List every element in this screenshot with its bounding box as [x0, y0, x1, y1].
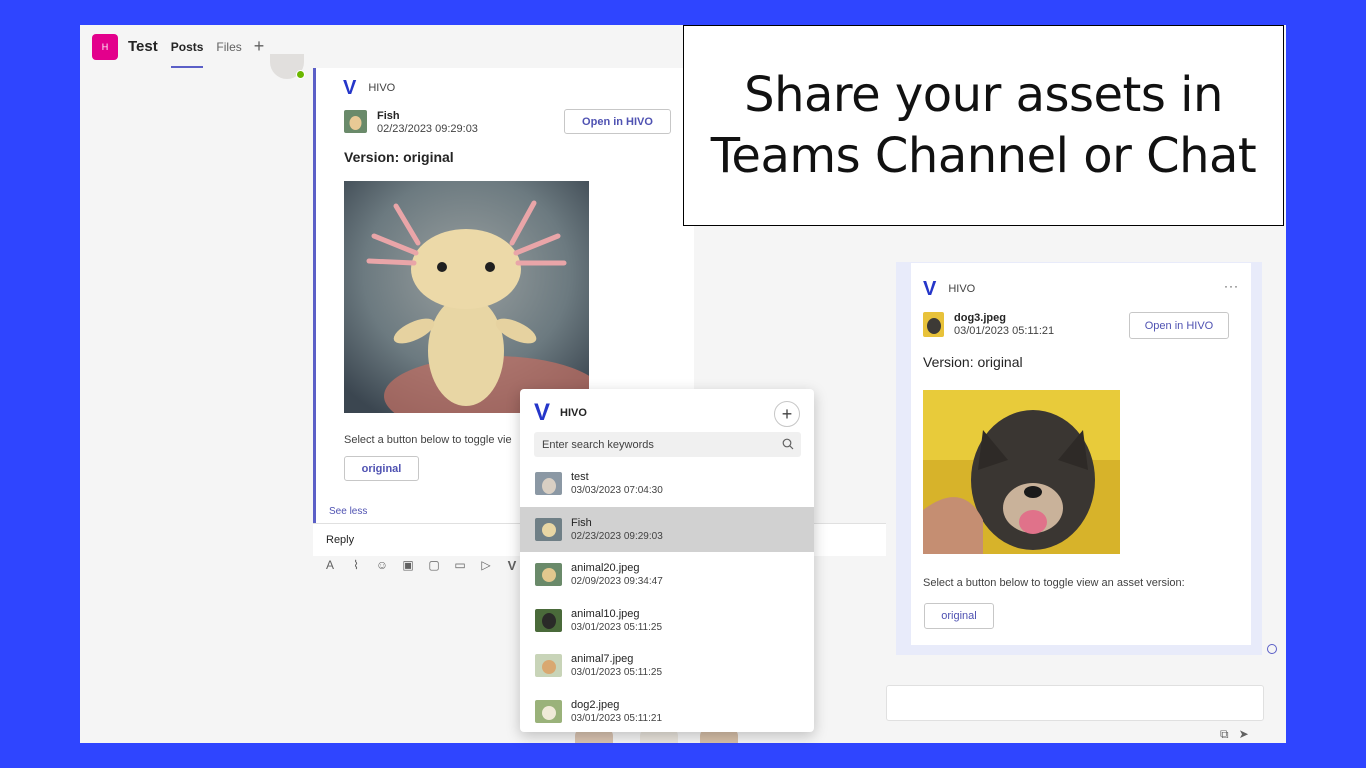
hivo-logo-icon: V — [534, 399, 551, 426]
axolotl-image — [344, 181, 589, 413]
picker-header: V HIVO — [534, 401, 587, 425]
asset-thumbnail — [535, 517, 562, 541]
asset-name: test — [571, 471, 589, 484]
asset-name: animal20.jpeg — [571, 562, 640, 575]
hivo-app-icon[interactable]: V — [505, 558, 519, 572]
asset-date: 03/03/2023 07:04:30 — [571, 485, 663, 497]
send-icon[interactable]: ➤ — [1239, 727, 1249, 742]
asset-name: Fish — [571, 516, 592, 529]
headline-line-1: Share your assets in — [744, 66, 1223, 123]
asset-date: 02/09/2023 09:34:47 — [571, 576, 663, 588]
more-options-icon[interactable]: ··· — [1224, 279, 1239, 293]
see-less-link[interactable]: See less — [329, 506, 367, 517]
version-label: Version: original — [344, 149, 454, 165]
version-label: Version: original — [923, 354, 1023, 370]
version-original-button[interactable]: original — [924, 603, 994, 629]
search-icon[interactable] — [782, 438, 794, 450]
asset-date: 02/23/2023 09:29:03 — [571, 530, 663, 542]
asset-thumbnail — [535, 472, 562, 496]
sticker-icon[interactable]: ▢ — [427, 558, 441, 572]
toggle-instruction: Select a button below to toggle vie — [344, 434, 512, 446]
open-in-hivo-button[interactable]: Open in HIVO — [1129, 312, 1229, 339]
asset-info: dog3.jpeg 03/01/2023 05:11:21 — [923, 312, 1054, 337]
asset-name: Fish — [377, 110, 400, 122]
sent-status-icon — [1267, 644, 1277, 654]
asset-info: Fish 02/23/2023 09:29:03 — [344, 110, 478, 135]
plus-icon[interactable]: + — [254, 36, 265, 57]
card-header: V HIVO — [343, 78, 395, 98]
dog-image — [923, 390, 1120, 554]
tab-posts[interactable]: Posts — [170, 25, 203, 68]
presence-status-icon — [296, 70, 305, 79]
version-original-button[interactable]: original — [344, 456, 419, 481]
compose-actions: ⧉ ➤ — [1220, 727, 1249, 742]
asset-thumbnail — [344, 110, 367, 133]
message-compose-input[interactable] — [886, 685, 1264, 721]
loop-icon[interactable]: ⧉ — [1220, 727, 1229, 742]
asset-date: 03/01/2023 05:11:21 — [954, 325, 1055, 337]
asset-thumbnail — [535, 563, 562, 587]
headline-line-2: Teams Channel or Chat — [710, 127, 1257, 184]
asset-thumbnail — [535, 699, 562, 723]
hivo-asset-card: V HIVO ··· dog3.jpeg 03/01/2023 05:11:21… — [911, 263, 1251, 645]
asset-name: dog3.jpeg — [954, 312, 1006, 324]
search-input[interactable] — [534, 432, 801, 457]
asset-name: animal7.jpeg — [571, 653, 634, 666]
asset-name: animal10.jpeg — [571, 607, 640, 620]
asset-date: 03/01/2023 05:11:21 — [571, 712, 663, 724]
hivo-logo-icon: V — [923, 278, 937, 300]
list-item[interactable]: animal20.jpeg 02/09/2023 09:34:47 — [520, 552, 814, 598]
asset-name: dog2.jpeg — [571, 698, 620, 711]
app-name: HIVO — [948, 283, 976, 295]
add-asset-button[interactable]: + — [774, 401, 800, 427]
list-item[interactable]: test 03/03/2023 07:04:30 — [520, 461, 814, 507]
asset-list: test 03/03/2023 07:04:30 Fish 02/23/2023 0… — [520, 461, 814, 732]
asset-date: 03/01/2023 05:11:25 — [571, 621, 663, 633]
channel-header: H Test Posts Files + — [80, 25, 700, 68]
meet-icon[interactable]: ▭ — [453, 558, 467, 572]
asset-thumbnail — [535, 654, 562, 678]
asset-date: 02/23/2023 09:29:03 — [377, 123, 478, 135]
format-icon[interactable]: A — [323, 558, 337, 572]
headline-text: Share your assets in Teams Channel or Ch… — [710, 65, 1257, 187]
tab-files[interactable]: Files — [216, 25, 241, 68]
list-item[interactable]: Fish 02/23/2023 09:29:03 — [520, 506, 814, 552]
headline-banner: Share your assets in Teams Channel or Ch… — [683, 25, 1284, 226]
hivo-logo-icon: V — [343, 77, 357, 99]
team-avatar[interactable]: H — [92, 33, 118, 60]
praise-icon[interactable]: ▷ — [479, 558, 493, 572]
reply-label: Reply — [326, 534, 355, 546]
emoji-icon[interactable]: ☺ — [375, 558, 389, 572]
compose-toolbar: A ⌇ ☺ ▣ ▢ ▭ ▷ V — [323, 558, 519, 572]
list-item[interactable]: dog2.jpeg 03/01/2023 05:11:21 — [520, 689, 814, 733]
asset-date: 03/01/2023 05:11:25 — [571, 667, 663, 679]
hivo-asset-picker: V HIVO + test03/03/2023 07:04:30 Fish02/… — [520, 389, 814, 732]
asset-thumbnail — [923, 312, 944, 337]
team-name: Test — [128, 38, 158, 55]
list-item[interactable]: animal7.jpeg 03/01/2023 05:11:25 — [520, 643, 814, 689]
picker-title: HIVO — [560, 407, 587, 419]
attach-icon[interactable]: ⌇ — [349, 558, 363, 572]
toggle-instruction: Select a button below to toggle view an … — [923, 577, 1185, 589]
open-in-hivo-button[interactable]: Open in HIVO — [564, 109, 671, 134]
list-item[interactable]: animal10.jpeg 03/01/2023 05:11:25 — [520, 598, 814, 644]
app-name: HIVO — [368, 82, 396, 94]
asset-thumbnail — [535, 608, 562, 632]
card-header: V HIVO — [923, 279, 975, 299]
gif-icon[interactable]: ▣ — [401, 558, 415, 572]
